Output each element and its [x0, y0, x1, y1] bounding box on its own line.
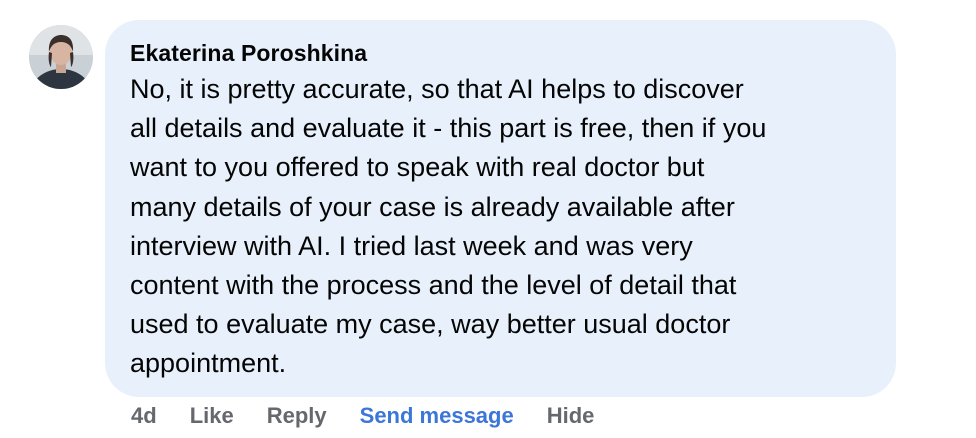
hide-button[interactable]: Hide: [547, 402, 595, 430]
author-avatar[interactable]: [29, 25, 93, 89]
comment-timestamp[interactable]: 4d: [131, 402, 157, 430]
comment-bubble: Ekaterina Poroshkina No, it is pretty ac…: [105, 20, 896, 397]
comment: Ekaterina Poroshkina No, it is pretty ac…: [0, 0, 976, 438]
comment-text: No, it is pretty accurate, so that AI he…: [130, 74, 767, 379]
reply-button[interactable]: Reply: [267, 402, 327, 430]
comment-actions: 4d Like Reply Send message Hide: [131, 402, 594, 430]
author-name[interactable]: Ekaterina Poroshkina: [130, 40, 367, 66]
send-message-button[interactable]: Send message: [360, 402, 514, 430]
profile-photo-icon: [29, 25, 93, 89]
like-button[interactable]: Like: [190, 402, 234, 430]
